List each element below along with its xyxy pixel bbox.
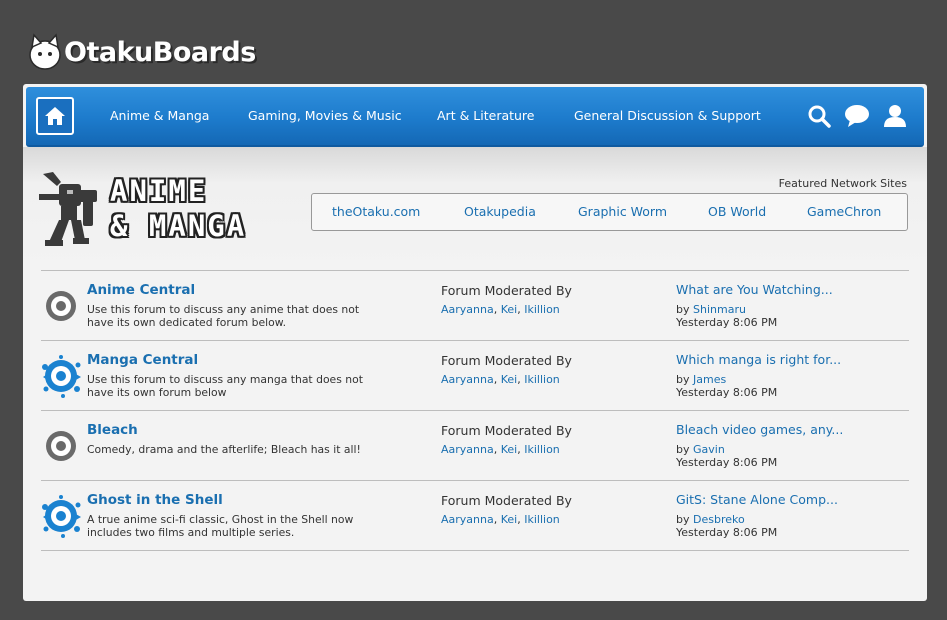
moderator-link[interactable]: Kei xyxy=(501,443,518,456)
moderator-link[interactable]: Aaryanna xyxy=(441,513,494,526)
logo-text: OtakuBoards xyxy=(64,36,256,68)
last-post-time: Yesterday 8:06 PM xyxy=(676,526,778,539)
moderator-link[interactable]: Ikillion xyxy=(524,443,560,456)
moderator-link[interactable]: Kei xyxy=(501,303,518,316)
moderated-by-label: Forum Moderated By xyxy=(441,423,572,438)
last-post-author: by Gavin xyxy=(676,443,725,456)
nav-art-literature[interactable]: Art & Literature xyxy=(437,87,535,145)
home-icon xyxy=(45,107,65,125)
last-post-user-link[interactable]: Desbreko xyxy=(693,513,745,526)
forum-row: Bleach Comedy, drama and the afterlife; … xyxy=(41,411,909,481)
target-icon-blue-splash xyxy=(42,495,81,538)
moderator-link[interactable]: Kei xyxy=(501,373,518,386)
forum-row: Anime Central Use this forum to discuss … xyxy=(41,271,909,341)
moderator-link[interactable]: Kei xyxy=(501,513,518,526)
last-post-author: by Desbreko xyxy=(676,513,745,526)
forum-title[interactable]: Anime Central xyxy=(87,282,195,298)
moderator-link[interactable]: Aaryanna xyxy=(441,373,494,386)
main-frame: Anime & Manga Gaming, Movies & Music Art… xyxy=(23,84,927,601)
target-icon-gray xyxy=(46,431,76,461)
last-post-title[interactable]: GitS: Stane Alone Comp... xyxy=(676,492,838,507)
robot-mecha-icon xyxy=(39,172,97,246)
last-post-user-link[interactable]: Shinmaru xyxy=(693,303,746,316)
moderator-link[interactable]: Aaryanna xyxy=(441,443,494,456)
moderator-link[interactable]: Ikillion xyxy=(524,373,560,386)
forum-title[interactable]: Ghost in the Shell xyxy=(87,492,223,508)
moderated-by-label: Forum Moderated By xyxy=(441,493,572,508)
target-icon-gray xyxy=(46,291,76,321)
search-icon[interactable] xyxy=(806,104,832,128)
last-post-title[interactable]: Bleach video games, any... xyxy=(676,422,843,437)
moderator-list: Aaryanna, Kei, Ikillion xyxy=(441,513,560,526)
featured-site-graphic-worm[interactable]: Graphic Worm xyxy=(578,194,667,230)
featured-sites-label: Featured Network Sites xyxy=(778,177,907,190)
last-post-time: Yesterday 8:06 PM xyxy=(676,386,778,399)
moderator-link[interactable]: Ikillion xyxy=(524,303,560,316)
forum-description: Use this forum to discuss any anime that… xyxy=(87,303,360,329)
forum-row: Manga Central Use this forum to discuss … xyxy=(41,341,909,411)
moderator-link[interactable]: Aaryanna xyxy=(441,303,494,316)
last-post-author: by James xyxy=(676,373,726,386)
moderated-by-label: Forum Moderated By xyxy=(441,353,572,368)
last-post-author: by Shinmaru xyxy=(676,303,746,316)
chat-bubble-icon[interactable] xyxy=(844,104,870,128)
target-icon-blue-splash xyxy=(42,355,81,398)
forum-title[interactable]: Bleach xyxy=(87,422,138,438)
user-icon[interactable] xyxy=(882,104,908,128)
featured-site-ob-world[interactable]: OB World xyxy=(708,194,766,230)
featured-sites-box: theOtaku.com Otakupedia Graphic Worm OB … xyxy=(311,193,908,231)
moderated-by-label: Forum Moderated By xyxy=(441,283,572,298)
last-post-user-link[interactable]: James xyxy=(693,373,726,386)
last-post-time: Yesterday 8:06 PM xyxy=(676,456,778,469)
moderator-list: Aaryanna, Kei, Ikillion xyxy=(441,443,560,456)
moderator-link[interactable]: Ikillion xyxy=(524,513,560,526)
last-post-by-prefix: by xyxy=(676,303,690,316)
nav-gaming-movies-music[interactable]: Gaming, Movies & Music xyxy=(248,87,402,145)
site-logo[interactable]: OtakuBoards xyxy=(28,30,256,74)
featured-site-theotaku[interactable]: theOtaku.com xyxy=(332,194,420,230)
forum-row: Ghost in the Shell A true anime sci-fi c… xyxy=(41,481,909,551)
top-nav: Anime & Manga Gaming, Movies & Music Art… xyxy=(26,87,924,147)
forum-description: Use this forum to discuss any manga that… xyxy=(87,373,363,399)
forum-description: Comedy, drama and the afterlife; Bleach … xyxy=(87,443,361,456)
forum-title[interactable]: Manga Central xyxy=(87,352,198,368)
forum-description: A true anime sci-fi classic, Ghost in th… xyxy=(87,513,354,539)
page-title-line2: & MANGA xyxy=(110,209,247,243)
last-post-by-prefix: by xyxy=(676,373,690,386)
page-title: ANIME & MANGA xyxy=(110,174,290,244)
featured-site-otakupedia[interactable]: Otakupedia xyxy=(464,194,536,230)
last-post-title[interactable]: What are You Watching... xyxy=(676,282,833,297)
moderator-list: Aaryanna, Kei, Ikillion xyxy=(441,303,560,316)
nav-general-discussion[interactable]: General Discussion & Support xyxy=(574,87,761,145)
page-title-line1: ANIME xyxy=(110,174,208,208)
forum-list: Anime Central Use this forum to discuss … xyxy=(41,270,909,551)
last-post-title[interactable]: Which manga is right for... xyxy=(676,352,841,367)
last-post-by-prefix: by xyxy=(676,513,690,526)
last-post-time: Yesterday 8:06 PM xyxy=(676,316,778,329)
featured-site-gamechron[interactable]: GameChron xyxy=(807,194,881,230)
nav-anime-manga[interactable]: Anime & Manga xyxy=(110,87,209,145)
last-post-by-prefix: by xyxy=(676,443,690,456)
home-button[interactable] xyxy=(36,97,74,135)
moderator-list: Aaryanna, Kei, Ikillion xyxy=(441,373,560,386)
last-post-user-link[interactable]: Gavin xyxy=(693,443,725,456)
cat-logo-icon xyxy=(29,33,61,70)
